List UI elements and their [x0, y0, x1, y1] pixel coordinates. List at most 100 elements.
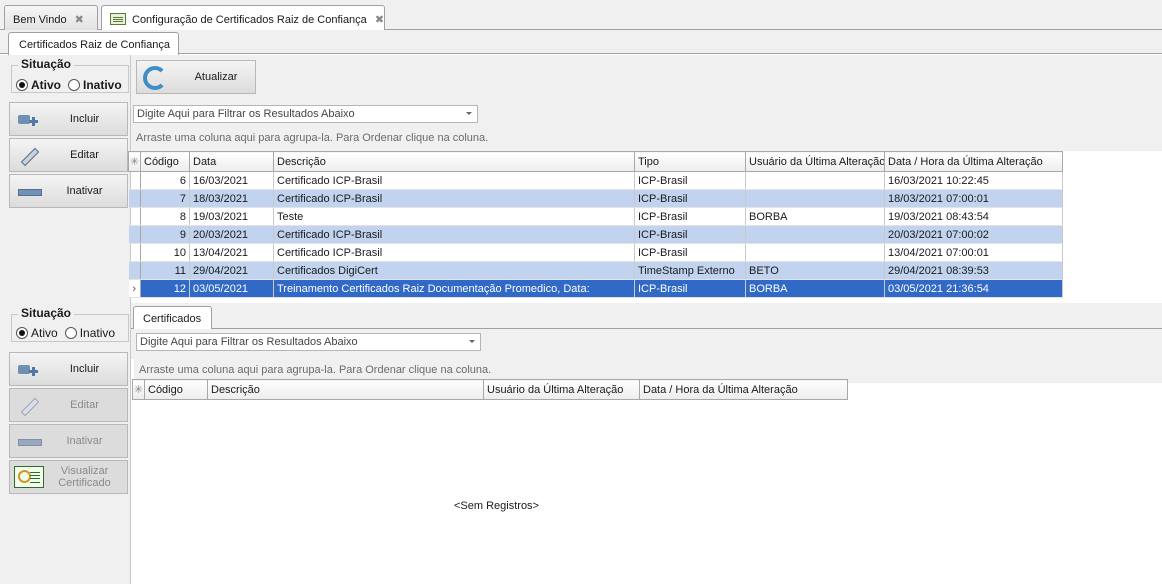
table-row[interactable]: 6 16/03/2021 Certificado ICP-Brasil ICP-…: [128, 171, 1063, 190]
sub-tabbar: Certificados Raiz de Confiança: [0, 30, 1162, 55]
inativar-button[interactable]: Inativar: [9, 174, 128, 208]
visualizar-label-line2: Certificado: [58, 477, 111, 489]
inativo-radio[interactable]: [68, 79, 80, 91]
editar-certificado-button[interactable]: Editar: [9, 388, 128, 422]
column-header-data-hora[interactable]: Data / Hora da Última Alteração: [884, 151, 1063, 172]
column-header-descricao[interactable]: Descrição: [207, 379, 484, 400]
cell-data-hora: 16/03/2021 10:22:45: [884, 171, 1063, 190]
certificados-body: Digite Aqui para Filtrar os Resultados A…: [131, 329, 1162, 584]
lower-tabbar: Certificados: [131, 303, 1162, 330]
column-header-codigo[interactable]: Código: [140, 151, 190, 172]
incluir-certificado-button[interactable]: Incluir: [9, 352, 128, 386]
cell-tipo: ICP-Brasil: [634, 171, 746, 190]
tab-label: Bem Vindo: [13, 14, 67, 26]
column-header-codigo[interactable]: Código: [144, 379, 208, 400]
cell-codigo: 11: [140, 261, 190, 280]
atualizar-label: Atualizar: [194, 71, 238, 83]
cell-codigo: 9: [140, 225, 190, 244]
minus-bar-icon: [16, 433, 42, 451]
cell-usuario: BORBA: [745, 207, 885, 226]
column-header-usuario[interactable]: Usuário da Última Alteração: [483, 379, 640, 400]
ativo-label[interactable]: Ativo: [31, 78, 61, 92]
filter-combo[interactable]: Digite Aqui para Filtrar os Resultados A…: [133, 105, 478, 123]
cell-usuario: [745, 225, 885, 244]
filter-combo[interactable]: Digite Aqui para Filtrar os Resultados A…: [136, 333, 481, 351]
cell-data: 13/04/2021: [189, 243, 274, 262]
inativo-label[interactable]: Inativo: [80, 326, 115, 340]
table-row[interactable]: 7 18/03/2021 Certificado ICP-Brasil ICP-…: [128, 189, 1063, 208]
situacao-group-bottom: Situação Ativo Inativo: [8, 306, 130, 342]
cell-descricao: Certificados DigiCert: [273, 261, 635, 280]
tab-certificados[interactable]: Certificados: [133, 306, 213, 330]
add-icon: [16, 361, 40, 379]
ativo-label[interactable]: Ativo: [31, 326, 58, 340]
cell-descricao: Certificado ICP-Brasil: [273, 189, 635, 208]
table-row[interactable]: 10 13/04/2021 Certificado ICP-Brasil ICP…: [128, 243, 1063, 262]
situacao-options: Ativo Inativo: [16, 78, 129, 92]
table-row[interactable]: 8 19/03/2021 Teste ICP-Brasil BORBA 19/0…: [128, 207, 1063, 226]
inativar-certificado-button[interactable]: Inativar: [9, 424, 128, 458]
cell-codigo: 7: [140, 189, 190, 208]
cell-tipo: ICP-Brasil: [634, 225, 746, 244]
tab-certificados-raiz[interactable]: Certificados Raiz de Confiança: [8, 32, 180, 55]
situacao-options: Ativo Inativo: [16, 326, 122, 340]
cell-data: 16/03/2021: [189, 171, 274, 190]
cell-usuario: BETO: [745, 261, 885, 280]
situacao-label: Situação: [18, 306, 75, 320]
row-indicator-header: ✳: [128, 151, 141, 172]
cell-descricao: Certificado ICP-Brasil: [273, 243, 635, 262]
incluir-label: Incluir: [69, 363, 100, 375]
certificados-panel: Certificados Digite Aqui para Filtrar os…: [131, 303, 1162, 584]
chevron-down-icon[interactable]: [469, 340, 475, 343]
editar-button[interactable]: Editar: [9, 138, 128, 172]
cell-data: 19/03/2021: [189, 207, 274, 226]
row-pointer-icon: ›: [128, 279, 141, 298]
cell-codigo: 6: [140, 171, 190, 190]
refresh-icon: [143, 66, 167, 90]
editar-label: Editar: [70, 399, 99, 411]
tab-configuracao-certificados[interactable]: Configuração de Certificados Raiz de Con…: [101, 5, 385, 31]
filter-placeholder: Digite Aqui para Filtrar os Resultados A…: [140, 336, 358, 348]
cell-tipo: ICP-Brasil: [634, 189, 746, 208]
cell-usuario: [745, 243, 885, 262]
inativar-label: Inativar: [66, 435, 103, 447]
chevron-down-icon[interactable]: [466, 112, 472, 115]
column-header-descricao[interactable]: Descrição: [273, 151, 635, 172]
column-header-data[interactable]: Data: [189, 151, 274, 172]
column-header-usuario[interactable]: Usuário da Última Alteração: [745, 151, 885, 172]
filter-strip: Digite Aqui para Filtrar os Resultados A…: [131, 101, 1162, 127]
main-content: Atualizar Digite Aqui para Filtrar os Re…: [128, 55, 1162, 584]
incluir-button[interactable]: Incluir: [9, 102, 128, 136]
cell-descricao: Teste: [273, 207, 635, 226]
atualizar-button[interactable]: Atualizar: [136, 60, 256, 94]
inativar-label: Inativar: [66, 185, 103, 197]
table-row[interactable]: 11 29/04/2021 Certificados DigiCert Time…: [128, 261, 1063, 280]
cell-tipo: TimeStamp Externo: [634, 261, 746, 280]
cell-data-hora: 18/03/2021 07:00:01: [884, 189, 1063, 208]
row-indicator: [128, 261, 141, 280]
inativo-radio[interactable]: [64, 327, 77, 339]
pencil-icon: [16, 397, 40, 415]
cell-tipo: ICP-Brasil: [634, 279, 746, 298]
column-header-data-hora[interactable]: Data / Hora da Última Alteração: [639, 379, 848, 400]
close-icon[interactable]: ✖: [375, 14, 384, 26]
incluir-label: Incluir: [69, 113, 100, 125]
ativo-radio[interactable]: [16, 79, 28, 91]
ativo-radio[interactable]: [16, 327, 28, 339]
cell-tipo: ICP-Brasil: [634, 207, 746, 226]
row-indicator: [128, 243, 141, 262]
group-by-hint[interactable]: Arraste uma coluna aqui para agrupa-la. …: [131, 127, 1162, 151]
document-tabbar: Bem Vindo ✖ Configuração de Certificados …: [0, 0, 1162, 31]
inativo-label[interactable]: Inativo: [83, 78, 122, 92]
row-indicator: [128, 207, 141, 226]
left-action-pane: Situação Ativo Inativo Incluir Editar Ina…: [0, 55, 131, 584]
cell-data: 29/04/2021: [189, 261, 274, 280]
tab-bem-vindo[interactable]: Bem Vindo ✖: [4, 5, 98, 30]
close-icon[interactable]: ✖: [75, 14, 84, 26]
visualizar-certificado-button[interactable]: Visualizar Certificado: [9, 460, 128, 494]
column-header-tipo[interactable]: Tipo: [634, 151, 746, 172]
table-row-selected[interactable]: › 12 03/05/2021 Treinamento Certificados…: [128, 279, 1063, 298]
table-row[interactable]: 9 20/03/2021 Certificado ICP-Brasil ICP-…: [128, 225, 1063, 244]
cell-data: 20/03/2021: [189, 225, 274, 244]
certificate-icon: [14, 466, 44, 488]
